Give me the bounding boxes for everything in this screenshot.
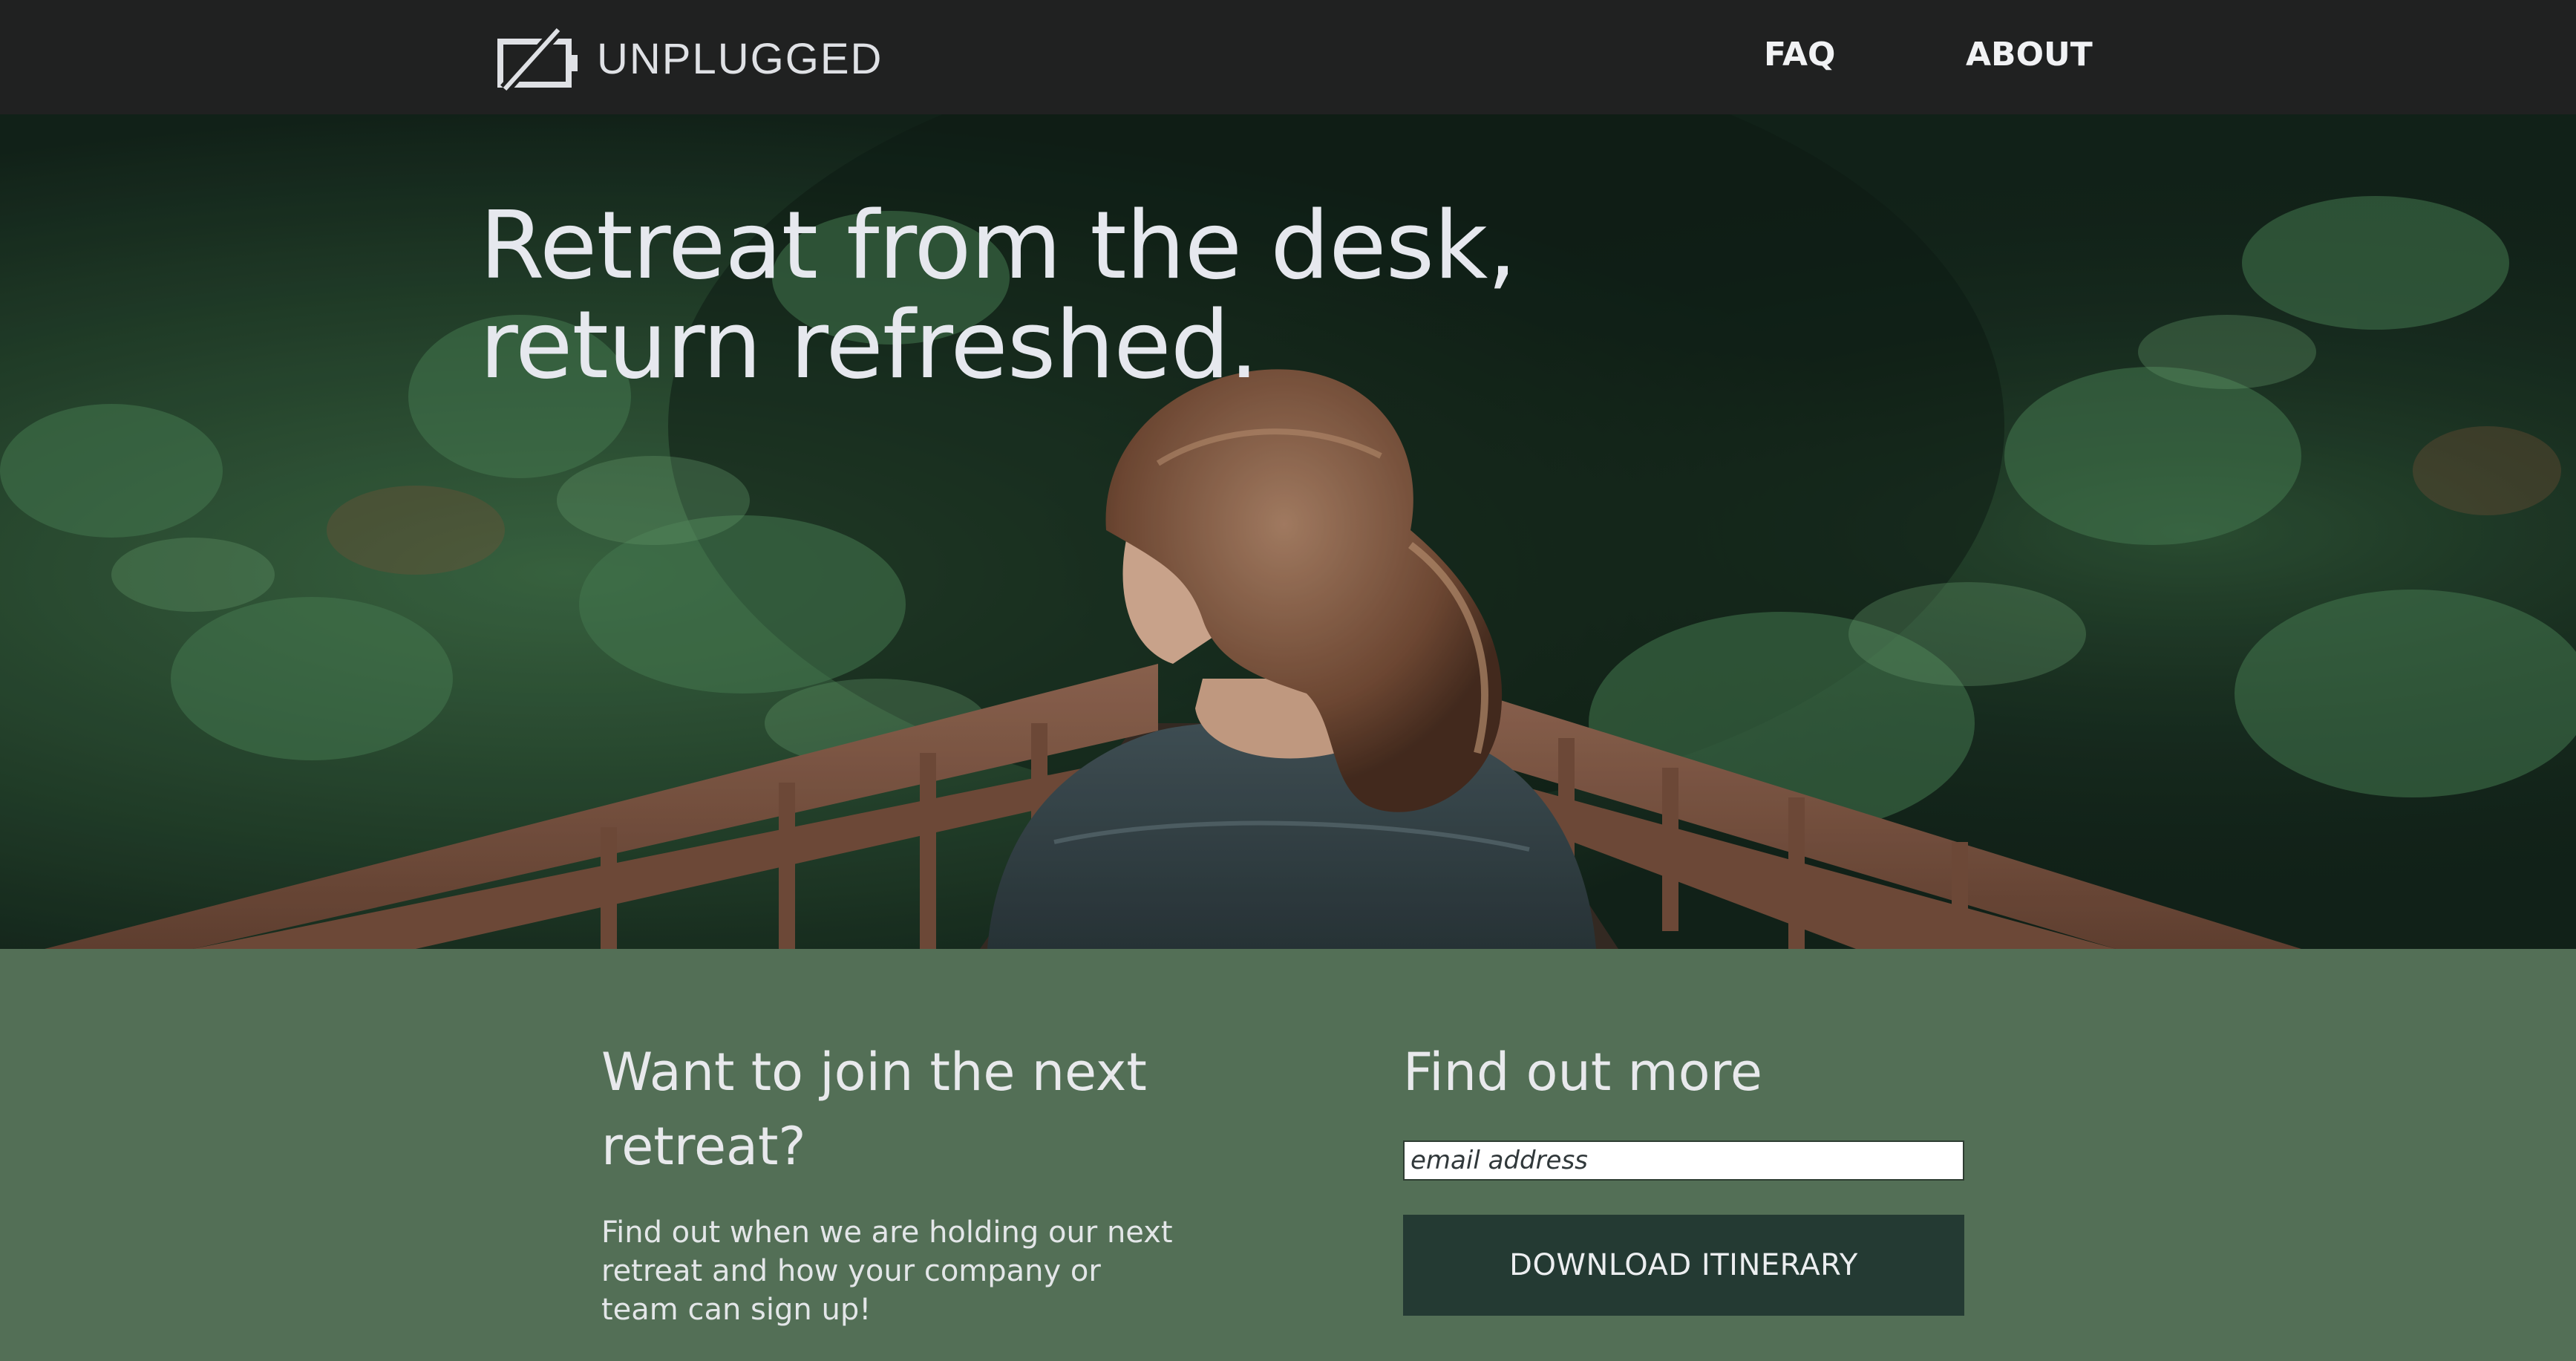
nav-link-about[interactable]: ABOUT (1966, 39, 2093, 71)
find-out-more-heading: Find out more (1403, 1042, 1762, 1103)
join-retreat-heading: Want to join the next retreat? (601, 1042, 1147, 1177)
hero-headline-line-2: return refreshed. (480, 290, 1259, 399)
download-itinerary-button[interactable]: DOWNLOAD ITINERARY (1403, 1215, 1964, 1316)
nav-link-faq[interactable]: FAQ (1764, 39, 1835, 71)
hero-headline: Retreat from the desk, return refreshed. (480, 196, 1816, 395)
email-input[interactable] (1403, 1140, 1964, 1181)
hero-banner: Retreat from the desk, return refreshed. (0, 114, 2576, 949)
join-retreat-description: Find out when we are holding our next re… (601, 1215, 1173, 1327)
site-logo[interactable]: UNPLUGGED (497, 27, 883, 92)
signup-section: Want to join the next retreat? Find out … (0, 949, 2576, 1361)
logo-wordmark: UNPLUGGED (597, 35, 883, 83)
hero-headline-line-1: Retreat from the desk, (480, 191, 1517, 300)
unplugged-screen-icon (497, 27, 578, 92)
site-header: UNPLUGGED FAQ ABOUT (0, 0, 2576, 114)
